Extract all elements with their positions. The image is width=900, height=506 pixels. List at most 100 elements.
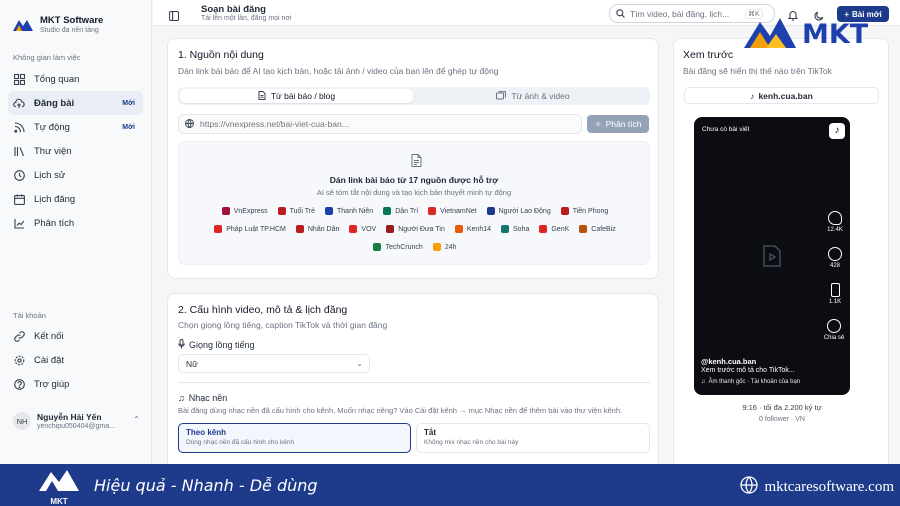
analyze-button[interactable]: ✧ Phân tích bbox=[587, 115, 649, 133]
sparkle-icon: ✧ bbox=[594, 118, 602, 129]
drop-title: Dán link bài báo từ 17 nguồn được hỗ trợ bbox=[329, 175, 499, 185]
microphone-icon bbox=[178, 339, 185, 351]
sidebar-item-schedule[interactable]: Lịch đăng bbox=[8, 187, 143, 211]
news-source-chip: VietnamNet bbox=[428, 205, 477, 217]
brand[interactable]: MKT Software Studio đa nền tảng bbox=[0, 0, 151, 38]
option-label: Theo kênh bbox=[186, 428, 227, 437]
drop-subtitle: AI sẽ tóm tắt nội dung và tạo kịch bản t… bbox=[316, 188, 512, 197]
news-source-name: VOV bbox=[361, 225, 377, 233]
source-desc: Dán link bài báo để AI tạo kịch bản, hoặ… bbox=[178, 66, 499, 76]
sidebar-item-label: Lịch đăng bbox=[34, 193, 76, 205]
sidebar-item-label: Tổng quan bbox=[34, 73, 80, 85]
bookmark-icon bbox=[830, 283, 840, 297]
sidebar-item-analytics[interactable]: Phân tích bbox=[8, 211, 143, 235]
watermark-text: MKT bbox=[802, 19, 869, 50]
chevron-updown-icon: ⌃ bbox=[133, 415, 140, 424]
source-card: 1. Nguồn nội dung Dán link bài báo để AI… bbox=[167, 38, 659, 279]
url-field[interactable] bbox=[178, 114, 582, 134]
source-logo-icon bbox=[486, 207, 495, 215]
banner-logo-text: MKT bbox=[50, 497, 68, 506]
sidebar-item-overview[interactable]: Tổng quan bbox=[8, 67, 143, 91]
search-input[interactable] bbox=[630, 8, 740, 19]
preview-card: Xem trước Bài đăng sẽ hiển thị thế nào t… bbox=[673, 38, 889, 464]
news-source-name: CafeBiz bbox=[591, 225, 616, 233]
chevron-down-icon: ⌄ bbox=[356, 359, 363, 368]
file-text-icon bbox=[411, 154, 422, 172]
option-sub: Không mix nhạc nền cho bài này bbox=[424, 439, 519, 446]
banner-site: mktcaresoftware.com bbox=[740, 476, 894, 499]
preview-account[interactable]: ♪ kenh.cua.ban bbox=[684, 87, 879, 104]
grid-icon bbox=[13, 73, 25, 85]
preview-title: Xem trước bbox=[683, 49, 734, 61]
source-logo-icon bbox=[560, 207, 569, 215]
comments-count: 428 bbox=[829, 263, 840, 269]
news-source-chip: Người Lao Động bbox=[486, 205, 551, 217]
source-logo-icon bbox=[386, 225, 395, 233]
share-action[interactable]: Chia sẻ bbox=[822, 319, 846, 341]
config-card: 2. Cấu hình video, mô tả & lịch đăng Chọ… bbox=[167, 293, 659, 464]
sidebar-item-label: Kết nối bbox=[34, 330, 64, 342]
news-source-name: Thanh Niên bbox=[337, 207, 374, 215]
source-logo-icon bbox=[579, 225, 588, 233]
like-action[interactable]: 12.4K bbox=[826, 211, 844, 233]
news-source-chip: Người Đưa Tin bbox=[386, 223, 445, 235]
sidebar-toggle-icon[interactable] bbox=[168, 8, 180, 26]
music-icon: ♫ bbox=[178, 393, 185, 403]
tiktok-logo-icon: ♪ bbox=[829, 123, 845, 139]
tab-media[interactable]: Từ ảnh & video bbox=[418, 89, 648, 103]
news-source-chip: VnExpress bbox=[221, 205, 268, 217]
mkt-watermark-logo: MKT bbox=[742, 14, 890, 54]
likes-count: 12.4K bbox=[827, 227, 843, 233]
music-option-channel[interactable]: Theo kênh Dùng nhạc nền đã cấu hình cho … bbox=[178, 423, 411, 453]
page-subtitle: Tải lên một lần, đăng mọi nơi bbox=[201, 15, 292, 22]
help-icon bbox=[13, 378, 25, 390]
sidebar-item-post[interactable]: Đăng bài Mới bbox=[8, 91, 143, 115]
preview-sound-label: Âm thanh gốc · Tài khoản của bạn bbox=[708, 379, 801, 385]
music-label-text: Nhạc nền bbox=[188, 393, 228, 403]
source-title: 1. Nguồn nội dung bbox=[178, 49, 264, 61]
user-menu[interactable]: NH Nguyễn Hải Yến yenchipu050404@gma... … bbox=[8, 406, 146, 436]
saves-count: 1.1K bbox=[828, 299, 842, 305]
sidebar-item-connect[interactable]: Kết nối bbox=[8, 324, 144, 348]
news-source-chip: Thanh Niên bbox=[325, 205, 373, 217]
heart-icon bbox=[828, 211, 842, 225]
source-logo-icon bbox=[454, 225, 463, 233]
save-action[interactable]: 1.1K bbox=[826, 283, 844, 305]
news-source-name: GenK bbox=[551, 225, 570, 233]
sidebar-item-label: Cài đặt bbox=[34, 354, 65, 366]
voice-value: Nữ bbox=[186, 358, 198, 369]
url-input[interactable] bbox=[200, 119, 560, 129]
banner-site-text: mktcaresoftware.com bbox=[764, 479, 894, 495]
news-source-name: VnExpress bbox=[233, 207, 268, 215]
news-source-name: Người Đưa Tin bbox=[398, 225, 445, 233]
news-source-chip: Nhân Dân bbox=[295, 223, 339, 235]
news-source-name: Soha bbox=[513, 225, 530, 233]
music-label: ♫ Nhạc nền bbox=[178, 393, 227, 403]
divider bbox=[178, 382, 650, 383]
source-drop-area: Dán link bài báo từ 17 nguồn được hỗ trợ… bbox=[178, 141, 650, 265]
sidebar-item-label: Phân tích bbox=[34, 217, 75, 229]
source-logo-icon bbox=[295, 225, 304, 233]
news-source-chip: 24h bbox=[432, 241, 457, 253]
config-desc: Chọn giọng lồng tiếng, caption TikTok và… bbox=[178, 320, 388, 330]
news-source-name: Tuổi Trẻ bbox=[289, 207, 316, 215]
sidebar-item-history[interactable]: Lịch sử bbox=[8, 163, 143, 187]
sidebar-item-auto[interactable]: Tự động Mới bbox=[8, 115, 143, 139]
comment-icon bbox=[828, 247, 842, 261]
voice-select[interactable]: Nữ ⌄ bbox=[178, 354, 370, 373]
banner-mountain-icon bbox=[39, 470, 79, 491]
tiktok-icon: ♪ bbox=[750, 90, 755, 101]
document-icon bbox=[258, 90, 266, 102]
brand-tagline: Studio đa nền tảng bbox=[40, 27, 99, 34]
source-logo-icon bbox=[432, 243, 441, 251]
tab-blog[interactable]: Từ bài báo / blog bbox=[180, 89, 413, 103]
comment-action[interactable]: 428 bbox=[826, 247, 844, 269]
brand-logo-icon bbox=[13, 20, 33, 31]
music-option-off[interactable]: Tắt Không mix nhạc nền cho bài này bbox=[416, 423, 650, 453]
sidebar-item-library[interactable]: Thư viện bbox=[8, 139, 143, 163]
preview-ratio: 9:16 · tối đa 2.200 ký tự bbox=[742, 403, 822, 412]
sidebar-item-settings[interactable]: Cài đặt bbox=[8, 348, 144, 372]
news-source-chip: Kenh14 bbox=[454, 223, 491, 235]
sidebar-item-help[interactable]: Trợ giúp bbox=[8, 372, 144, 396]
preview-handle: @kenh.cua.ban bbox=[701, 357, 757, 366]
